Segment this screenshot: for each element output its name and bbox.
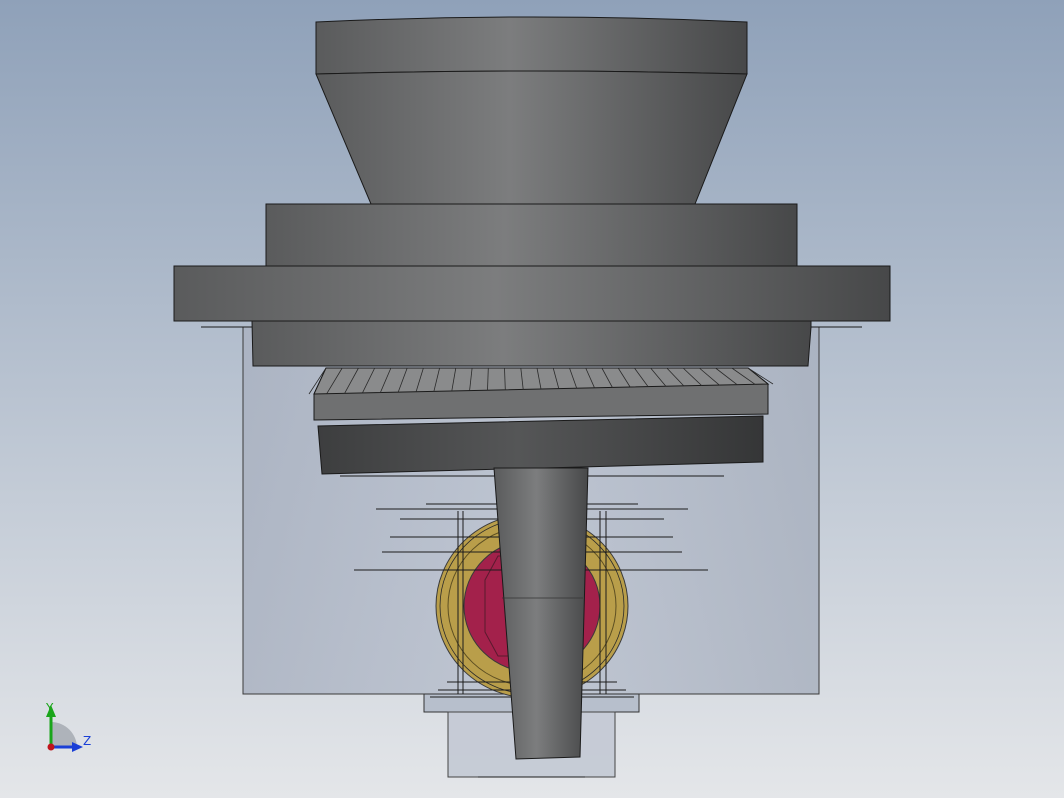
cad-scene[interactable]: Y Z	[0, 0, 1064, 798]
z-axis-label: Z	[83, 734, 91, 748]
top-cone[interactable]	[315, 70, 748, 205]
y-axis-label: Y	[45, 701, 54, 715]
upper-collar[interactable]	[265, 203, 798, 267]
main-flange[interactable]	[173, 265, 891, 322]
top-cap[interactable]	[315, 16, 748, 75]
triad-origin	[47, 743, 55, 751]
cad-graphics-viewport[interactable]: Y Z	[0, 0, 1064, 798]
lower-collar[interactable]	[251, 320, 812, 367]
